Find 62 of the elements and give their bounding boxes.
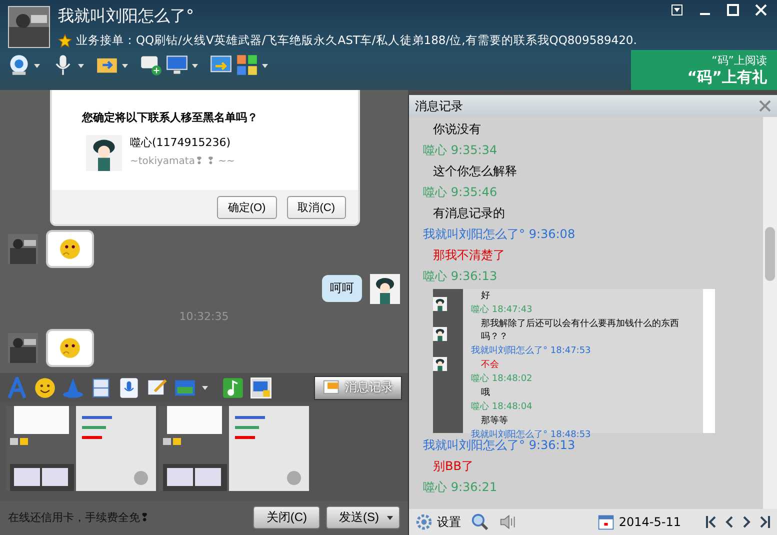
speaker-icon[interactable] — [499, 513, 517, 531]
send-button[interactable]: 发送(S) — [326, 506, 400, 530]
screen-capture-icon[interactable] — [250, 376, 272, 399]
gear-icon — [415, 513, 433, 531]
microphone-icon[interactable] — [118, 376, 140, 399]
message-text: 别BB了 — [433, 458, 474, 475]
contact-name: 噬心(1174915236) — [130, 135, 232, 150]
ad-banner[interactable]: “码”上阅读 “码”上有礼 — [631, 50, 777, 90]
signature-text: 业务接单：QQ刷钻/火线V英雄武器/飞车绝版永久AST车/私人徒弟188/位,有需要的联系我QQ809589420. — [76, 33, 637, 48]
message-bubble: 呵呵 — [322, 275, 362, 302]
sender-line: 噬心 9:35:34 — [423, 142, 498, 159]
sender-line: 噬心 9:36:13 — [423, 268, 498, 285]
settings-button[interactable]: 设置 — [415, 513, 461, 531]
message-text: 这个你怎么解释 — [433, 163, 518, 180]
calendar-icon — [596, 513, 615, 531]
sender-line: 噬心 9:36:21 — [423, 479, 498, 496]
search-icon[interactable] — [471, 513, 489, 531]
webcam-icon[interactable] — [8, 54, 30, 76]
message-text: 不会 — [481, 358, 500, 371]
sender-line: 噬心 18:48:04 — [471, 400, 534, 413]
message-text: 好 — [481, 290, 491, 302]
music-icon[interactable] — [222, 376, 244, 399]
emoji-icon[interactable] — [34, 376, 56, 399]
signature-text: ~tokiyamata❢ ❢ ~~ — [130, 156, 235, 167]
avatar-icon — [86, 135, 122, 171]
panel-title: 消息记录 — [415, 98, 463, 114]
dialog-question: 您确定将以下联系人移至黑名单吗？ — [82, 110, 259, 125]
thinking-face-icon — [59, 238, 81, 260]
previous-icon[interactable] — [723, 515, 735, 529]
apps-icon[interactable] — [236, 54, 258, 76]
message-text: 那我解除了后还可以会有什么要再加钱什么的东西吗？？ — [481, 318, 680, 343]
dialog-button[interactable]: 确定(O) — [216, 196, 277, 218]
message-text: 哦 — [481, 386, 491, 399]
thinking-face-icon — [59, 336, 81, 359]
dialog-button[interactable]: 取消(C) — [286, 196, 346, 218]
chat-history-icon — [323, 378, 341, 397]
avatar-icon — [8, 234, 38, 264]
sender-line: 噬心 18:48:02 — [471, 372, 534, 385]
new-chat-icon[interactable] — [140, 54, 162, 76]
sender-line: 我就叫刘阳怎么了° 18:48:53 — [471, 428, 592, 440]
message-text: 那我不清楚了 — [433, 247, 506, 264]
screenshot-icon[interactable] — [90, 376, 112, 399]
message-text: 有消息记录的 — [433, 205, 506, 222]
avatar-icon — [370, 274, 400, 304]
sender-line: 我就叫刘阳怎么了° 9:36:08 — [423, 226, 576, 243]
date-picker[interactable]: 2014-5-11 — [596, 513, 681, 531]
scrollbar[interactable] — [763, 117, 777, 509]
sender-line: 噬心 9:35:46 — [423, 184, 498, 201]
sender-line: 我就叫刘阳怎么了° 9:36:13 — [423, 438, 576, 454]
next-icon[interactable] — [741, 515, 753, 529]
message-text: 你说没有 — [433, 121, 482, 138]
message-text: 那等等 — [481, 414, 509, 427]
last-page-icon[interactable] — [759, 515, 771, 529]
close-button[interactable]: 关闭(C) — [253, 506, 320, 530]
contact-name: 我就叫刘阳怎么了° — [58, 6, 195, 27]
sender-line: 我就叫刘阳怎么了° 18:47:53 — [471, 344, 592, 357]
timestamp: 10:32:35 — [178, 310, 230, 323]
avatar-icon — [8, 332, 38, 363]
first-page-icon[interactable] — [705, 515, 717, 529]
remote-desktop-icon[interactable] — [166, 54, 188, 76]
sender-line: 噬心 18:47:43 — [471, 304, 534, 316]
star-icon — [58, 34, 72, 48]
